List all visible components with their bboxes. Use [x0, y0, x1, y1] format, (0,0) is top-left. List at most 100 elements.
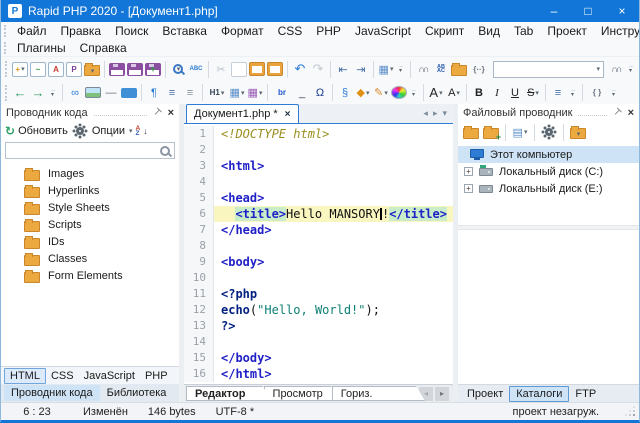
- tab-гориз-разбиение[interactable]: Гориз. разбиение: [332, 386, 425, 401]
- tab-scroll-left-icon[interactable]: ◂: [423, 108, 428, 119]
- close-icon[interactable]: ×: [168, 107, 174, 119]
- align-text-icon[interactable]: ≡: [550, 85, 566, 101]
- indent-icon[interactable]: ⇥: [353, 61, 369, 77]
- tab-html[interactable]: HTML: [4, 368, 46, 384]
- tab-ftp[interactable]: FTP: [569, 387, 602, 401]
- insert-symbol-icon[interactable]: Ω: [312, 85, 328, 101]
- tree-item-classes[interactable]: Classes: [1, 250, 179, 267]
- insert-form-icon[interactable]: ▦▾: [247, 85, 263, 101]
- search-input[interactable]: [6, 144, 156, 157]
- undo-icon[interactable]: ↶: [292, 61, 308, 77]
- fe-new-folder-icon[interactable]: +: [483, 128, 499, 139]
- save-as-icon[interactable]: +: [145, 63, 161, 76]
- code-options-icon[interactable]: { }: [587, 85, 607, 101]
- tab-каталоги[interactable]: Каталоги: [509, 386, 569, 402]
- unindent-icon[interactable]: ⇤: [335, 61, 351, 77]
- spell-check-icon[interactable]: ABC: [188, 61, 204, 77]
- underline-icon[interactable]: U: [507, 85, 523, 101]
- tree-item-images[interactable]: Images: [1, 165, 179, 182]
- numbered-list-icon[interactable]: ≡: [182, 85, 198, 101]
- menu-javascript[interactable]: JavaScript: [348, 24, 418, 38]
- search-selected-icon[interactable]: ∩∩: [608, 61, 624, 77]
- font-decrease-icon[interactable]: A▾: [446, 85, 462, 101]
- save-all-icon[interactable]: [127, 63, 143, 76]
- find-files-folder-icon[interactable]: [451, 65, 467, 76]
- tree-item-form-elements[interactable]: Form Elements: [1, 267, 179, 284]
- pin-icon[interactable]: ⊤: [610, 106, 623, 119]
- options-button[interactable]: Опции: [92, 125, 125, 137]
- toolbar-overflow-2-icon[interactable]: ·· ▾: [626, 61, 636, 77]
- find-icon[interactable]: ▾: [170, 61, 186, 77]
- menu-php[interactable]: PHP: [309, 24, 348, 38]
- bullet-list-icon[interactable]: ≡: [164, 85, 180, 101]
- maximize-button[interactable]: □: [571, 0, 605, 22]
- replace-icon[interactable]: AB AC: [433, 61, 449, 77]
- insert-table-icon[interactable]: ▦▾: [229, 85, 245, 101]
- tree-item-style-sheets[interactable]: Style Sheets: [1, 199, 179, 216]
- new-from-template-icon[interactable]: ~: [30, 62, 46, 77]
- insert-image-icon[interactable]: [85, 87, 101, 98]
- new-document-icon[interactable]: +▾: [12, 62, 28, 77]
- menu-справка[interactable]: Справка: [73, 41, 134, 55]
- tab-проект[interactable]: Проект: [461, 387, 509, 401]
- navigate-back-icon[interactable]: ←: [12, 85, 28, 101]
- insert-nbsp-icon[interactable]: _: [294, 85, 310, 101]
- tree-item-ids[interactable]: IDs: [1, 233, 179, 250]
- fe-favorites-icon[interactable]: ▾: [570, 128, 586, 139]
- toolbar-overflow-1-icon[interactable]: ·· ▾: [396, 61, 406, 77]
- insert-hr-icon[interactable]: —: [103, 85, 119, 101]
- minimize-button[interactable]: –: [537, 0, 571, 22]
- font-increase-icon[interactable]: A▾: [428, 85, 444, 101]
- menu-инструменты[interactable]: Инструменты: [594, 24, 640, 38]
- tab-просмотр[interactable]: Просмотр: [264, 386, 340, 401]
- close-button[interactable]: ×: [605, 0, 639, 22]
- menu-плагины[interactable]: Плагины: [10, 41, 73, 55]
- menu-вид[interactable]: Вид: [471, 24, 507, 38]
- tab-scroll-right-icon[interactable]: ▸: [433, 108, 438, 119]
- toolbar-overflow-6-icon[interactable]: ·· ▾: [609, 85, 619, 101]
- toolbar-overflow-3-icon[interactable]: ·· ▾: [48, 85, 58, 101]
- tab-javascript[interactable]: JavaScript: [79, 369, 140, 383]
- insert-tag-icon[interactable]: ◆▾: [355, 85, 371, 101]
- close-icon[interactable]: ×: [628, 107, 634, 119]
- italic-icon[interactable]: I: [489, 85, 505, 101]
- view-tabs-scroll-right-icon[interactable]: ▸: [435, 387, 449, 401]
- toolbar-overflow-5-icon[interactable]: ·· ▾: [568, 85, 578, 101]
- fe-view-mode-icon[interactable]: ▤▾: [512, 124, 528, 140]
- navigate-forward-icon[interactable]: →: [30, 85, 46, 101]
- menu-поиск[interactable]: Поиск: [108, 24, 155, 38]
- heading-icon[interactable]: H1▾: [207, 85, 227, 101]
- paste-special-icon[interactable]: [267, 62, 283, 76]
- expand-icon[interactable]: +: [464, 184, 473, 193]
- new-text-document-icon[interactable]: A: [48, 62, 64, 77]
- insert-br-icon[interactable]: br: [272, 85, 292, 101]
- cut-icon[interactable]: ✂: [213, 61, 229, 77]
- file-tree-item-локальный-диск-e[interactable]: +Локальный диск (E:): [458, 180, 639, 197]
- tab-css[interactable]: CSS: [46, 369, 79, 383]
- code-snippets-icon[interactable]: {··}: [469, 61, 489, 77]
- toolbar-overflow-4-icon[interactable]: ·· ▾: [409, 85, 419, 101]
- tab-php[interactable]: PHP: [140, 369, 173, 383]
- refresh-icon[interactable]: ↻: [5, 124, 15, 138]
- resize-grip[interactable]: [625, 406, 637, 418]
- tree-item-hyperlinks[interactable]: Hyperlinks: [1, 182, 179, 199]
- tree-item-scripts[interactable]: Scripts: [1, 216, 179, 233]
- tab-close-icon[interactable]: ×: [285, 109, 291, 120]
- menu-css[interactable]: CSS: [271, 24, 310, 38]
- gear-icon[interactable]: [72, 123, 88, 139]
- file-tree-item-этот-компьютер[interactable]: Этот компьютер: [458, 146, 639, 163]
- copy-icon[interactable]: [231, 62, 247, 77]
- strikethrough-icon[interactable]: S▾: [525, 85, 541, 101]
- code-editor[interactable]: 1<!DOCTYPE html>23<html>45<head>6 <title…: [184, 124, 453, 384]
- menu-скрипт[interactable]: Скрипт: [418, 24, 471, 38]
- refresh-button[interactable]: Обновить: [18, 125, 68, 137]
- save-icon[interactable]: [109, 63, 125, 76]
- format-painter-icon[interactable]: ✎▾: [373, 85, 389, 101]
- pin-icon[interactable]: ⊤: [150, 106, 163, 119]
- find-in-files-icon[interactable]: ∩∩: [415, 61, 431, 77]
- editor-tab-document1[interactable]: Документ1.php * ×: [186, 104, 299, 123]
- fe-open-folder-icon[interactable]: [463, 128, 479, 139]
- menu-файл[interactable]: Файл: [10, 24, 54, 38]
- color-picker-icon[interactable]: [391, 86, 407, 99]
- menu-формат[interactable]: Формат: [214, 24, 271, 38]
